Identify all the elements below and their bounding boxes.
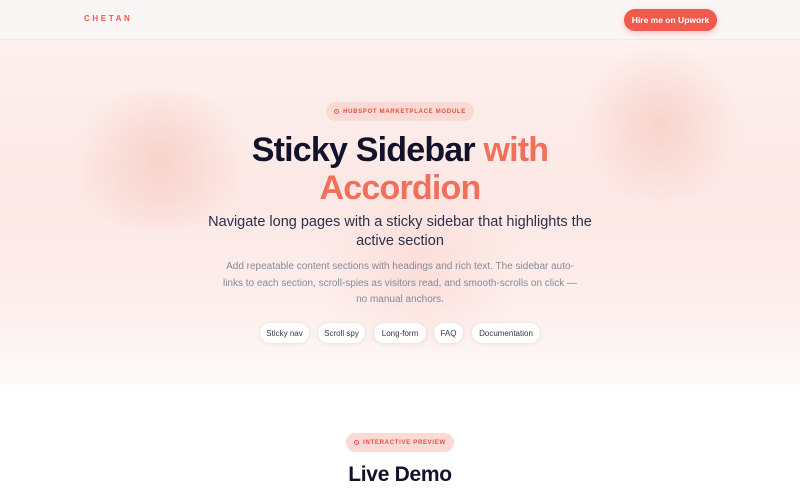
brand-logo[interactable]: CHETAN: [84, 14, 132, 23]
preview-badge-label: INTERACTIVE PREVIEW: [363, 439, 446, 446]
module-badge: HUBSPOT MARKETPLACE MODULE: [326, 102, 474, 121]
title-main: Sticky Sidebar: [251, 131, 484, 169]
dot-icon: [354, 440, 360, 445]
hero-description: Add repeatable content sections with hea…: [222, 261, 578, 305]
page-title: Sticky Sidebar with Accordion: [0, 131, 800, 207]
hero-section: HUBSPOT MARKETPLACE MODULE Sticky Sideba…: [0, 40, 800, 385]
tag-list: Sticky nav Scroll spy Long-form FAQ Docu…: [0, 322, 800, 344]
preview-badge: INTERACTIVE PREVIEW: [346, 433, 454, 452]
module-badge-label: HUBSPOT MARKETPLACE MODULE: [343, 108, 466, 115]
tag-chip: Long-form: [373, 322, 427, 344]
dot-icon: [334, 109, 340, 114]
tag-chip: Scroll spy: [317, 322, 366, 344]
hire-me-button[interactable]: Hire me on Upwork: [624, 9, 717, 31]
hero-subtitle: Navigate long pages with a sticky sideba…: [208, 214, 592, 249]
tag-chip: Sticky nav: [259, 322, 310, 344]
demo-section-title: Live Demo: [348, 463, 452, 486]
title-accent-with: with: [483, 131, 549, 169]
site-header: CHETAN Hire me on Upwork: [0, 0, 800, 40]
tag-chip: Documentation: [471, 322, 541, 344]
tag-chip: FAQ: [433, 322, 464, 344]
title-accent-accordion: Accordion: [319, 169, 482, 207]
page: CHETAN Hire me on Upwork HUBSPOT MARKETP…: [0, 0, 800, 500]
